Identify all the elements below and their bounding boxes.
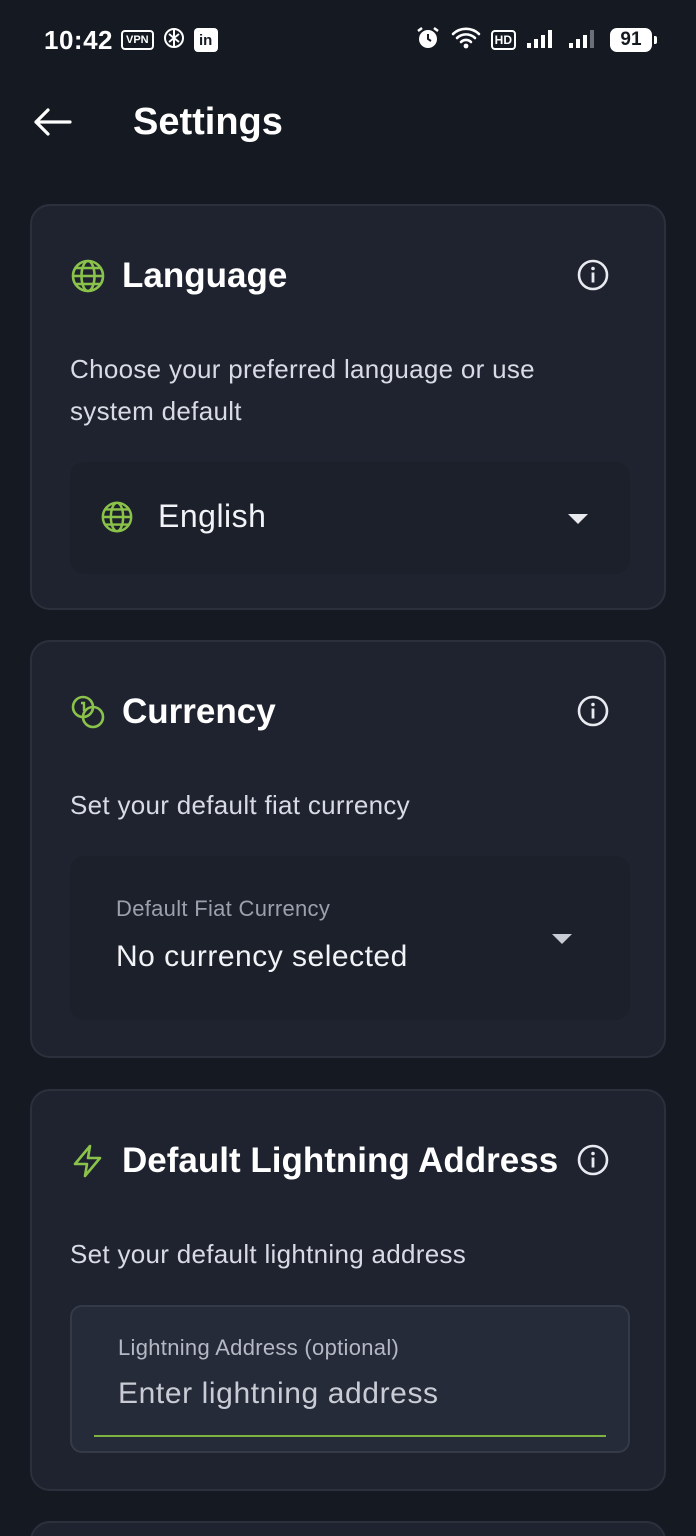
- status-bar-right: HD 91: [415, 25, 657, 56]
- info-icon: [577, 695, 609, 727]
- info-icon: [577, 1144, 609, 1176]
- language-card: Language Choose your preferred language …: [30, 204, 666, 610]
- globe-icon: [70, 258, 106, 294]
- language-card-title: Language: [122, 256, 288, 295]
- info-icon: [577, 259, 609, 291]
- currency-card-header: Currency: [70, 690, 276, 734]
- next-card-partial: [30, 1521, 666, 1536]
- hd-voice-icon: HD: [490, 30, 516, 50]
- wifi-icon: [451, 26, 481, 55]
- currency-field-value: No currency selected: [116, 940, 408, 973]
- language-card-header: Language: [70, 254, 287, 298]
- language-dropdown[interactable]: English: [70, 462, 630, 574]
- page-title: Settings: [133, 101, 283, 143]
- language-info-button[interactable]: [576, 258, 610, 292]
- alarm-icon: [415, 25, 441, 56]
- language-card-description: Choose your preferred language or use sy…: [70, 354, 535, 426]
- vpn-icon: VPN: [121, 30, 154, 50]
- caret-down-icon: [568, 514, 588, 524]
- lightning-card-header: Default Lightning Address: [70, 1139, 558, 1183]
- back-button[interactable]: [26, 100, 78, 144]
- input-focus-underline: [94, 1435, 606, 1437]
- globe-icon: [100, 500, 134, 534]
- lightning-card-title: Default Lightning Address: [122, 1141, 559, 1180]
- arrow-left-icon: [34, 108, 72, 136]
- lightning-card: Default Lightning Address Set your defau…: [30, 1089, 666, 1491]
- lightning-address-placeholder: Enter lightning address: [118, 1377, 439, 1410]
- caret-down-icon: [552, 934, 572, 944]
- signal-icon-sim2: [568, 27, 600, 54]
- app-bar: Settings: [0, 80, 696, 164]
- currency-dropdown[interactable]: Default Fiat Currency No currency select…: [70, 856, 630, 1020]
- battery-icon: 91: [610, 28, 657, 52]
- openai-icon: [162, 26, 186, 55]
- currency-card-description: Set your default fiat currency: [70, 790, 410, 820]
- lightning-info-button[interactable]: [576, 1143, 610, 1177]
- status-bar-left: 10:42 VPN in: [44, 25, 218, 56]
- lightning-address-label: Lightning Address (optional): [118, 1335, 400, 1360]
- status-bar: 10:42 VPN in HD 91: [0, 0, 696, 80]
- linkedin-icon: in: [193, 28, 218, 52]
- lightning-card-description: Set your default lightning address: [70, 1239, 467, 1269]
- signal-icon-sim1: [526, 27, 558, 54]
- currency-card-title: Currency: [122, 692, 276, 731]
- status-time: 10:42: [44, 24, 113, 55]
- currency-field-label: Default Fiat Currency: [116, 896, 331, 921]
- lightning-address-input[interactable]: Lightning Address (optional) Enter light…: [70, 1305, 630, 1453]
- lightning-bolt-icon: [70, 1143, 106, 1179]
- coins-icon: [70, 694, 106, 730]
- language-selected-value: English: [158, 498, 267, 534]
- currency-card: Currency Set your default fiat currency …: [30, 640, 666, 1058]
- settings-screen: 10:42 VPN in HD 91 Settings Language Cho…: [0, 0, 696, 1536]
- currency-info-button[interactable]: [576, 694, 610, 728]
